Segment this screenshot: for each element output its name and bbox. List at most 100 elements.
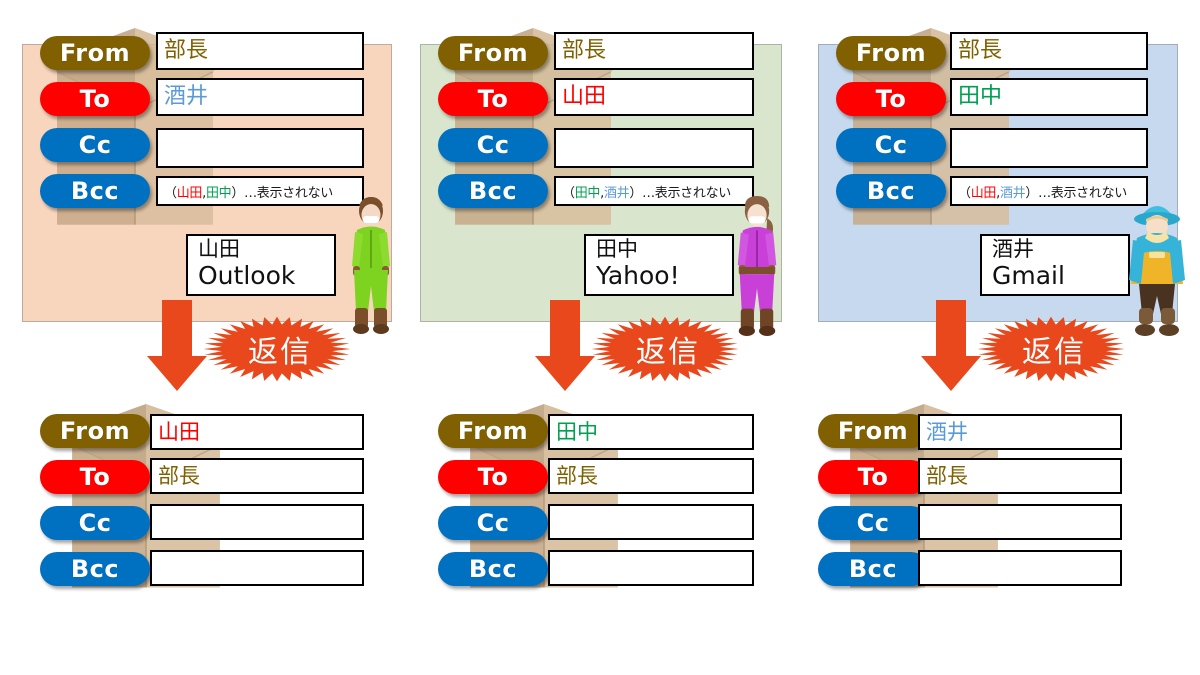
- to-label-pill-sent-1[interactable]: To: [40, 82, 150, 116]
- reply-starburst-label: 返信: [1022, 335, 1086, 370]
- to-label-pill-sent-3[interactable]: To: [836, 82, 946, 116]
- pill-label: To: [79, 85, 111, 113]
- bcc-field-sent-3[interactable]: （山田,酒井）…表示されない: [950, 176, 1148, 206]
- recipient-card-service: Outlook: [198, 260, 296, 290]
- to-field-reply-3[interactable]: 部長: [918, 458, 1122, 494]
- from-label-pill-sent-2[interactable]: From: [438, 36, 548, 70]
- pill-label: From: [59, 39, 131, 67]
- bcc-hidden-note: …表示されない: [244, 185, 333, 201]
- pill-label: Bcc: [70, 177, 120, 205]
- pill-label: To: [857, 463, 889, 491]
- field-value: 部長: [556, 463, 598, 488]
- from-field-sent-1[interactable]: 部長: [156, 32, 364, 70]
- from-field-reply-1[interactable]: 山田: [150, 414, 364, 450]
- bcc-close-paren: ）: [1025, 185, 1039, 201]
- field-value: 部長: [164, 38, 209, 63]
- blue-mage-avatar: [1122, 192, 1192, 342]
- from-label-pill-sent-3[interactable]: From: [836, 36, 946, 70]
- bcc-hidden-note: …表示されない: [642, 185, 731, 201]
- cc-label-pill-reply-3[interactable]: Cc: [818, 506, 928, 540]
- reply-starburst: 返信: [202, 316, 352, 382]
- to-field-reply-1[interactable]: 部長: [150, 458, 364, 494]
- pill-label: Cc: [476, 131, 510, 159]
- bcc-label-pill-sent-1[interactable]: Bcc: [40, 174, 150, 208]
- bcc-field-reply-1[interactable]: [150, 550, 364, 586]
- to-label-pill-reply-1[interactable]: To: [40, 460, 150, 494]
- bcc-hidden-note: …表示されない: [1038, 185, 1127, 201]
- bcc-label-pill-reply-2[interactable]: Bcc: [438, 552, 548, 586]
- recipient-card-sent-1: 山田 Outlook: [186, 234, 336, 296]
- cc-label-pill-reply-2[interactable]: Cc: [438, 506, 548, 540]
- pill-label: From: [855, 39, 927, 67]
- field-value: 山田: [158, 419, 200, 444]
- to-label-pill-sent-2[interactable]: To: [438, 82, 548, 116]
- from-label-pill-reply-1[interactable]: From: [40, 414, 150, 448]
- field-value: 部長: [158, 463, 200, 488]
- cc-field-reply-2[interactable]: [548, 504, 754, 540]
- cc-field-sent-2[interactable]: [554, 128, 754, 168]
- from-label-pill-sent-1[interactable]: From: [40, 36, 150, 70]
- to-field-sent-2[interactable]: 山田: [554, 78, 754, 116]
- bcc-field-reply-2[interactable]: [548, 550, 754, 586]
- recipient-card-sent-3: 酒井 Gmail: [980, 234, 1130, 296]
- from-label-pill-reply-2[interactable]: From: [438, 414, 548, 448]
- recipient-card-name: 酒井: [992, 237, 1034, 261]
- bcc-name-1: 山田: [970, 185, 997, 201]
- reply-arrow-icon: [534, 300, 596, 392]
- slide-canvas: From To Cc Bcc 部長 酒井 （山田,田中）…表示されない 山田 Outlook Fr…: [0, 0, 1200, 675]
- bcc-name-1: 山田: [176, 185, 203, 201]
- bcc-label-pill-sent-2[interactable]: Bcc: [438, 174, 548, 208]
- field-value: 山田: [562, 84, 607, 109]
- bcc-note: （山田,田中）…表示されない: [164, 182, 333, 201]
- bcc-close-paren: ）: [629, 185, 643, 201]
- to-label-pill-reply-2[interactable]: To: [438, 460, 548, 494]
- reply-arrow-icon: [146, 300, 208, 392]
- bcc-label-pill-reply-3[interactable]: Bcc: [818, 552, 928, 586]
- bcc-label-pill-sent-3[interactable]: Bcc: [836, 174, 946, 208]
- pill-label: Cc: [78, 131, 112, 159]
- cc-label-pill-reply-1[interactable]: Cc: [40, 506, 150, 540]
- pill-label: Cc: [476, 509, 510, 537]
- cc-label-pill-sent-1[interactable]: Cc: [40, 128, 150, 162]
- bcc-note: （山田,酒井）…表示されない: [958, 182, 1127, 201]
- cc-field-sent-1[interactable]: [156, 128, 364, 168]
- pill-label: To: [477, 85, 509, 113]
- from-label-pill-reply-3[interactable]: From: [818, 414, 928, 448]
- to-label-pill-reply-3[interactable]: To: [818, 460, 928, 494]
- bcc-name-2: 酒井: [603, 185, 630, 201]
- cc-label-pill-sent-2[interactable]: Cc: [438, 128, 548, 162]
- bcc-field-sent-2[interactable]: （田中,酒井）…表示されない: [554, 176, 754, 206]
- pill-label: Bcc: [468, 177, 518, 205]
- from-field-sent-3[interactable]: 部長: [950, 32, 1148, 70]
- reply-starburst: 返信: [976, 316, 1126, 382]
- bcc-field-reply-3[interactable]: [918, 550, 1122, 586]
- recipient-card-name: 田中: [596, 237, 638, 261]
- bcc-open-paren: （: [164, 185, 177, 201]
- field-value: 酒井: [926, 419, 968, 444]
- recipient-card-service: Gmail: [992, 260, 1065, 290]
- cc-field-reply-1[interactable]: [150, 504, 364, 540]
- bcc-name-1: 田中: [574, 185, 601, 201]
- to-field-reply-2[interactable]: 部長: [548, 458, 754, 494]
- from-field-sent-2[interactable]: 部長: [554, 32, 754, 70]
- to-field-sent-1[interactable]: 酒井: [156, 78, 364, 116]
- reply-starburst-label: 返信: [636, 335, 700, 370]
- bcc-close-paren: ）: [231, 185, 245, 201]
- field-value: 田中: [958, 84, 1003, 109]
- pill-label: Cc: [78, 509, 112, 537]
- cc-field-sent-3[interactable]: [950, 128, 1148, 168]
- cc-field-reply-3[interactable]: [918, 504, 1122, 540]
- bcc-field-sent-1[interactable]: （山田,田中）…表示されない: [156, 176, 364, 206]
- pill-label: Bcc: [866, 177, 916, 205]
- bcc-name-2: 田中: [205, 185, 232, 201]
- field-value: 部長: [926, 463, 968, 488]
- pill-label: From: [59, 417, 131, 445]
- from-field-reply-2[interactable]: 田中: [548, 414, 754, 450]
- pill-label: To: [79, 463, 111, 491]
- cc-label-pill-sent-3[interactable]: Cc: [836, 128, 946, 162]
- from-field-reply-3[interactable]: 酒井: [918, 414, 1122, 450]
- bcc-label-pill-reply-1[interactable]: Bcc: [40, 552, 150, 586]
- pill-label: From: [837, 417, 909, 445]
- field-value: 部長: [562, 38, 607, 63]
- to-field-sent-3[interactable]: 田中: [950, 78, 1148, 116]
